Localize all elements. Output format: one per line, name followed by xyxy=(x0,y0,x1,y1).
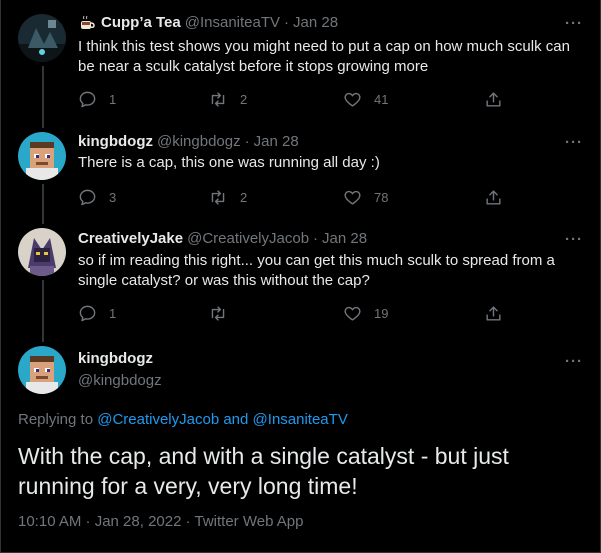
mention-link[interactable]: @InsaniteaTV xyxy=(253,411,348,428)
more-icon[interactable]: ··· xyxy=(565,354,583,369)
share-button[interactable] xyxy=(484,303,503,323)
tea-emoji-icon xyxy=(78,14,96,32)
more-icon[interactable]: ··· xyxy=(565,135,583,150)
main-tweet-text: With the cap, and with a single catalyst… xyxy=(18,443,509,499)
avatar[interactable] xyxy=(18,132,66,180)
column-border xyxy=(0,0,1,553)
avatar[interactable] xyxy=(18,346,66,394)
like-button[interactable]: 41 xyxy=(343,89,388,109)
tweet-text: There is a cap, this one was running all… xyxy=(78,154,380,171)
retweet-count: 2 xyxy=(240,91,248,107)
retweet-icon xyxy=(208,90,228,109)
user-handle[interactable]: @kingbdogz xyxy=(157,132,241,152)
tweet-text: so if im reading this right... you can g… xyxy=(78,252,555,289)
display-name[interactable]: kingbdogz xyxy=(78,349,153,369)
user-handle[interactable]: @kingbdogz xyxy=(78,371,162,391)
display-name[interactable]: kingbdogz xyxy=(78,132,153,152)
like-button[interactable]: 19 xyxy=(343,303,388,323)
reply-button[interactable]: 1 xyxy=(78,303,116,323)
like-icon xyxy=(343,304,362,323)
retweet-count: 2 xyxy=(240,189,248,205)
like-button[interactable]: 78 xyxy=(343,187,388,207)
tweet-item[interactable]: Cupp’a Tea @InsaniteaTV · Jan 28 ··· I t… xyxy=(0,0,601,120)
tweet-timestamp[interactable]: 10:10 AM · Jan 28, 2022 · Twitter Web Ap… xyxy=(18,513,303,530)
user-handle[interactable]: @InsaniteaTV xyxy=(185,13,280,33)
replying-to-label: Replying to xyxy=(18,411,98,428)
like-count: 41 xyxy=(374,91,389,107)
reply-button[interactable]: 3 xyxy=(78,187,116,207)
display-name[interactable]: CreativelyJake xyxy=(78,229,183,249)
like-count: 19 xyxy=(374,305,389,321)
like-icon xyxy=(343,188,362,207)
more-icon[interactable]: ··· xyxy=(565,16,583,31)
tweet-item[interactable]: kingbdogz @kingbdogz · Jan 28 ··· There … xyxy=(0,120,601,220)
tweet-item[interactable]: CreativelyJake @CreativelyJacob · Jan 28… xyxy=(0,220,601,338)
tweet-date[interactable]: Jan 28 xyxy=(322,229,367,249)
retweet-button[interactable] xyxy=(208,303,240,323)
reply-count: 3 xyxy=(109,189,117,205)
display-name[interactable]: Cupp’a Tea xyxy=(101,13,181,33)
reply-count: 1 xyxy=(109,91,117,107)
like-icon xyxy=(343,90,362,109)
replying-and: and xyxy=(219,411,253,428)
mention-link[interactable]: @CreativelyJacob xyxy=(97,411,219,428)
share-button[interactable] xyxy=(484,187,503,207)
share-button[interactable] xyxy=(484,89,503,109)
share-icon xyxy=(484,188,503,207)
separator: · xyxy=(244,133,250,150)
reply-count: 1 xyxy=(109,305,117,321)
separator: · xyxy=(284,14,290,31)
user-handle[interactable]: @CreativelyJacob xyxy=(187,229,309,249)
reply-button[interactable]: 1 xyxy=(78,89,116,109)
reply-icon xyxy=(78,188,97,207)
avatar[interactable] xyxy=(18,14,66,62)
tweet-date[interactable]: Jan 28 xyxy=(254,132,299,152)
retweet-icon xyxy=(208,304,228,323)
share-icon xyxy=(484,304,503,323)
separator: · xyxy=(313,230,319,247)
retweet-icon xyxy=(208,188,228,207)
share-icon xyxy=(484,90,503,109)
replying-to: Replying to @CreativelyJacob and @Insani… xyxy=(18,411,348,428)
more-icon[interactable]: ··· xyxy=(565,232,583,247)
reply-icon xyxy=(78,90,97,109)
avatar[interactable] xyxy=(18,228,66,276)
like-count: 78 xyxy=(374,189,389,205)
retweet-button[interactable]: 2 xyxy=(208,187,247,207)
tweet-text: I think this test shows you might need t… xyxy=(78,38,570,75)
tweet-date[interactable]: Jan 28 xyxy=(293,13,338,33)
conversation-thread: Cupp’a Tea @InsaniteaTV · Jan 28 ··· I t… xyxy=(0,0,601,553)
reply-icon xyxy=(78,304,97,323)
retweet-button[interactable]: 2 xyxy=(208,89,247,109)
